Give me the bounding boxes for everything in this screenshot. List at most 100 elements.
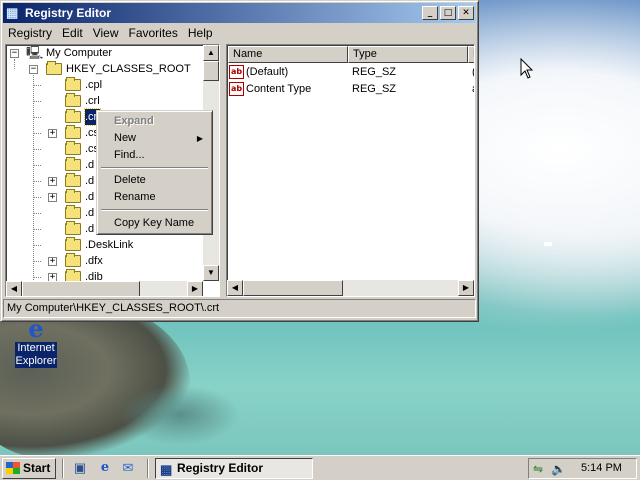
tree-line xyxy=(33,117,41,118)
folder-icon xyxy=(65,221,81,235)
value-type: REG_SZ xyxy=(352,83,397,95)
value-row[interactable]: ab Content Type REG_SZ a xyxy=(229,81,474,98)
scroll-up-button[interactable]: ▲ xyxy=(203,45,219,61)
minimize-button[interactable]: _ xyxy=(422,6,438,20)
column-header-type[interactable]: Type xyxy=(348,46,468,63)
tree-line xyxy=(33,85,41,86)
scroll-left-button[interactable]: ◀ xyxy=(6,281,22,296)
scroll-thumb[interactable] xyxy=(243,280,343,296)
show-desktop-icon[interactable]: ▣ xyxy=(71,460,89,476)
tree-line xyxy=(33,149,41,150)
folder-icon xyxy=(65,77,81,91)
scroll-down-button[interactable]: ▼ xyxy=(203,265,219,281)
windows-logo-icon xyxy=(6,462,20,474)
boat-decoration xyxy=(544,242,552,246)
status-bar: My Computer\HKEY_CLASSES_ROOT\.crt xyxy=(3,299,476,318)
tree-line xyxy=(33,101,41,102)
folder-icon xyxy=(65,237,81,251)
start-button[interactable]: Start xyxy=(2,458,56,479)
string-value-icon: ab xyxy=(229,82,244,96)
values-list-pane[interactable]: Name Type D ab (Default) REG_SZ ( ab Con… xyxy=(226,44,475,297)
tree-line xyxy=(33,181,41,182)
registry-editor-window: ▦ Registry Editor _ □ ✕ Registry Edit View… xyxy=(0,0,479,322)
tree-node-label: HKEY_CLASSES_ROOT xyxy=(66,63,191,75)
menu-item-copy-key-name[interactable]: Copy Key Name xyxy=(100,215,209,232)
tree-node-label: .d xyxy=(85,159,95,171)
scroll-right-button[interactable]: ▶ xyxy=(458,280,474,296)
tree-line xyxy=(33,75,34,290)
tree-node-label: .DeskLink xyxy=(85,239,134,251)
start-label: Start xyxy=(23,461,51,475)
tree-horizontal-scrollbar[interactable]: ◀ ▶ xyxy=(6,281,203,296)
scroll-left-button[interactable]: ◀ xyxy=(227,280,243,296)
menu-item-expand[interactable]: Expand xyxy=(100,113,209,130)
folder-icon xyxy=(65,125,81,139)
folder-icon xyxy=(65,109,81,123)
tree-line xyxy=(33,261,41,262)
menu-separator xyxy=(101,167,208,169)
tree-node-label: .crl xyxy=(85,95,100,107)
network-icon[interactable]: ⇋ xyxy=(533,460,543,479)
maximize-button[interactable]: □ xyxy=(440,6,456,20)
tree-line xyxy=(14,59,15,69)
tree-node-label: .d xyxy=(85,191,95,203)
scroll-right-button[interactable]: ▶ xyxy=(187,281,203,296)
desktop-icon-label: Internet Explorer xyxy=(14,342,58,368)
menu-view[interactable]: View xyxy=(88,24,124,42)
quicklaunch-separator xyxy=(62,459,64,478)
menu-help[interactable]: Help xyxy=(183,24,218,42)
context-menu: Expand New ▶ Find... Delete Rename Copy … xyxy=(96,110,213,235)
scroll-thumb[interactable] xyxy=(203,61,219,81)
value-row[interactable]: ab (Default) REG_SZ ( xyxy=(229,64,474,81)
menu-item-delete[interactable]: Delete xyxy=(100,172,209,189)
tree-line xyxy=(33,133,41,134)
tree-node-label: .dfx xyxy=(85,255,103,267)
menu-item-find[interactable]: Find... xyxy=(100,147,209,164)
value-data: ( xyxy=(472,64,474,81)
close-button[interactable]: ✕ xyxy=(458,6,474,20)
menu-item-rename[interactable]: Rename xyxy=(100,189,209,206)
value-data: a xyxy=(472,81,474,98)
folder-icon xyxy=(65,157,81,171)
menu-favorites[interactable]: Favorites xyxy=(124,24,183,42)
tree-node-label: .d xyxy=(85,207,95,219)
system-tray: ⇋ 🔈 5:14 PM xyxy=(528,458,637,479)
collapse-toggle[interactable]: − xyxy=(10,49,19,58)
tree-line xyxy=(33,197,41,198)
column-header-data[interactable]: D xyxy=(468,46,474,63)
menu-edit[interactable]: Edit xyxy=(57,24,88,42)
quicklaunch-separator xyxy=(147,459,149,478)
tree-line xyxy=(33,165,41,166)
menu-item-new[interactable]: New ▶ xyxy=(100,130,209,147)
string-value-icon: ab xyxy=(229,65,244,79)
folder-icon xyxy=(65,141,81,155)
taskbar: Start ▣ e ✉ ▦ Registry Editor ⇋ 🔈 5:14 P… xyxy=(0,455,640,480)
folder-icon xyxy=(65,173,81,187)
internet-explorer-icon[interactable]: e xyxy=(96,460,114,476)
tree-node-label: My Computer xyxy=(46,47,113,59)
tree-line xyxy=(33,229,41,230)
expand-toggle[interactable]: + xyxy=(48,177,57,186)
expand-toggle[interactable]: + xyxy=(48,257,57,266)
expand-toggle[interactable]: + xyxy=(48,129,57,138)
volume-icon[interactable]: 🔈 xyxy=(551,460,566,479)
regedit-icon: ▦ xyxy=(6,5,19,20)
expand-toggle[interactable]: + xyxy=(48,193,57,202)
clock[interactable]: 5:14 PM xyxy=(581,459,622,478)
menu-item-label: New xyxy=(114,132,137,144)
value-type: REG_SZ xyxy=(352,66,397,78)
tree-node-label: .d xyxy=(85,175,95,187)
list-horizontal-scrollbar[interactable]: ◀ ▶ xyxy=(227,280,474,296)
folder-icon xyxy=(65,189,81,203)
title-bar[interactable]: ▦ Registry Editor _ □ ✕ xyxy=(3,3,476,23)
desktop-icon-internet-explorer[interactable]: e Internet Explorer xyxy=(10,317,62,368)
tree-line xyxy=(33,245,41,246)
scroll-thumb[interactable] xyxy=(22,281,140,296)
column-header-name[interactable]: Name xyxy=(228,46,348,63)
menu-registry[interactable]: Registry xyxy=(3,24,57,42)
taskbar-button-registry-editor[interactable]: ▦ Registry Editor xyxy=(155,458,313,479)
collapse-toggle[interactable]: − xyxy=(29,65,38,74)
outlook-express-icon[interactable]: ✉ xyxy=(119,460,137,476)
menu-separator xyxy=(101,209,208,211)
menu-bar: Registry Edit View Favorites Help xyxy=(3,24,476,42)
